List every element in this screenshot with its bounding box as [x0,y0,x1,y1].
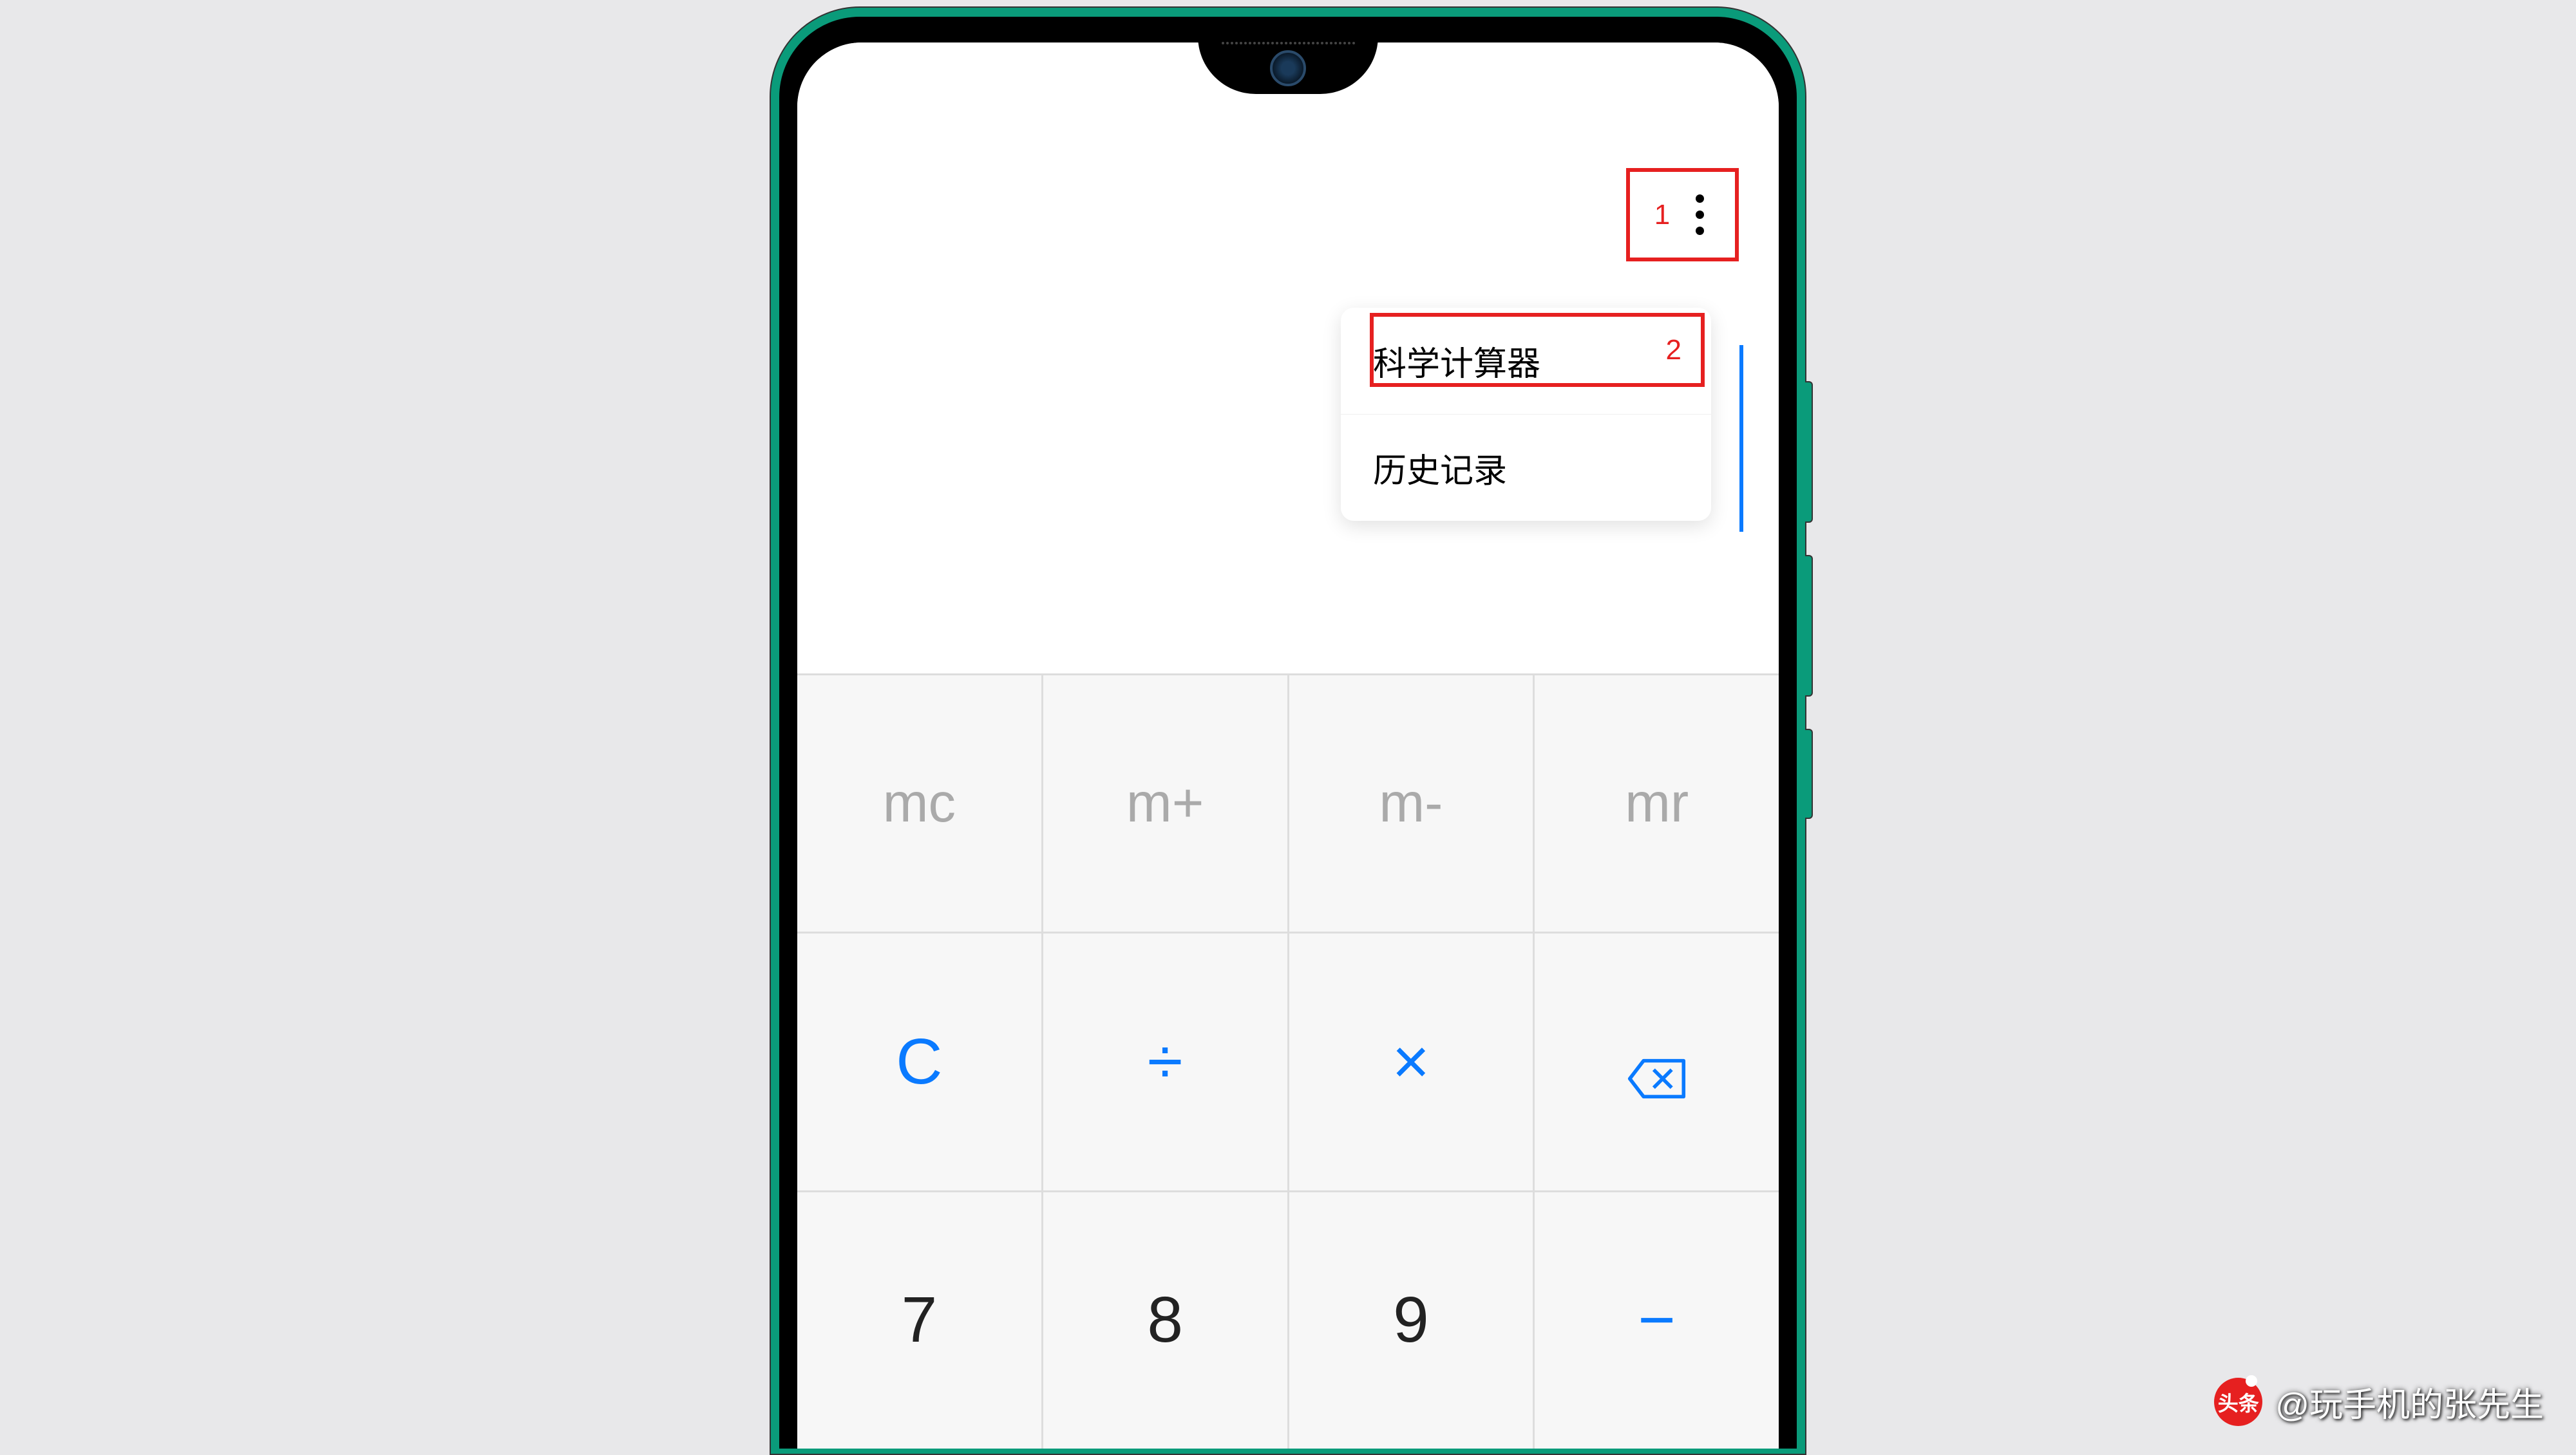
calculator-keypad: mc m+ m- mr C ÷ × [797,673,1779,1449]
menu-item-label: 科学计算器 [1373,346,1540,383]
phone-side-buttons [1805,381,1813,851]
key-label: mr [1625,772,1689,835]
volume-button [1805,381,1813,523]
key-label: − [1638,1283,1675,1357]
dot-icon [1696,211,1704,219]
dot-icon [1696,227,1704,235]
key-digit-7[interactable]: 7 [797,1192,1041,1449]
key-label: 7 [902,1283,938,1357]
key-label: × [1392,1025,1430,1099]
key-minus[interactable]: − [1535,1192,1779,1449]
key-backspace[interactable] [1535,934,1779,1190]
key-label: ÷ [1148,1025,1183,1099]
callout-number-1: 1 [1654,199,1670,231]
power-button [1805,729,1813,819]
dot-icon [1696,194,1704,203]
key-memory-recall[interactable]: mr [1535,675,1779,932]
key-memory-minus[interactable]: m- [1289,675,1533,932]
key-label: C [896,1025,942,1099]
key-label: 8 [1147,1283,1183,1357]
options-dropdown-menu: 科学计算器 历史记录 [1341,308,1711,521]
callout-box-1: 1 [1626,168,1739,261]
volume-button [1805,555,1813,697]
key-multiply[interactable]: × [1289,934,1533,1190]
toutiao-logo-icon: 头条 [2214,1378,2262,1426]
calculator-display: 1 科学计算器 历史记录 [797,42,1779,673]
key-label: m- [1379,772,1443,835]
phone-screen: 1 科学计算器 历史记录 [797,42,1779,1449]
menu-item-label: 历史记录 [1373,453,1507,490]
phone-bezel: 1 科学计算器 历史记录 [779,17,1797,1449]
key-label: m+ [1126,772,1204,835]
key-divide[interactable]: ÷ [1043,934,1287,1190]
text-cursor [1739,345,1743,532]
watermark-author: @玩手机的张先生 [2275,1378,2544,1426]
watermark: 头条 @玩手机的张先生 [2214,1378,2544,1426]
key-digit-8[interactable]: 8 [1043,1192,1287,1449]
backspace-icon [1626,1041,1687,1083]
key-memory-plus[interactable]: m+ [1043,675,1287,932]
phone-mockup: 1 科学计算器 历史记录 [770,0,1806,1449]
key-clear[interactable]: C [797,934,1041,1190]
key-digit-9[interactable]: 9 [1289,1192,1533,1449]
key-memory-clear[interactable]: mc [797,675,1041,932]
phone-speaker [1166,42,1410,51]
menu-item-scientific-calculator[interactable]: 科学计算器 [1341,308,1711,415]
logo-text: 头条 [2218,1387,2259,1417]
key-label: mc [883,772,956,835]
key-label: 9 [1393,1283,1429,1357]
more-options-button[interactable] [1689,188,1710,241]
menu-item-history[interactable]: 历史记录 [1341,415,1711,521]
